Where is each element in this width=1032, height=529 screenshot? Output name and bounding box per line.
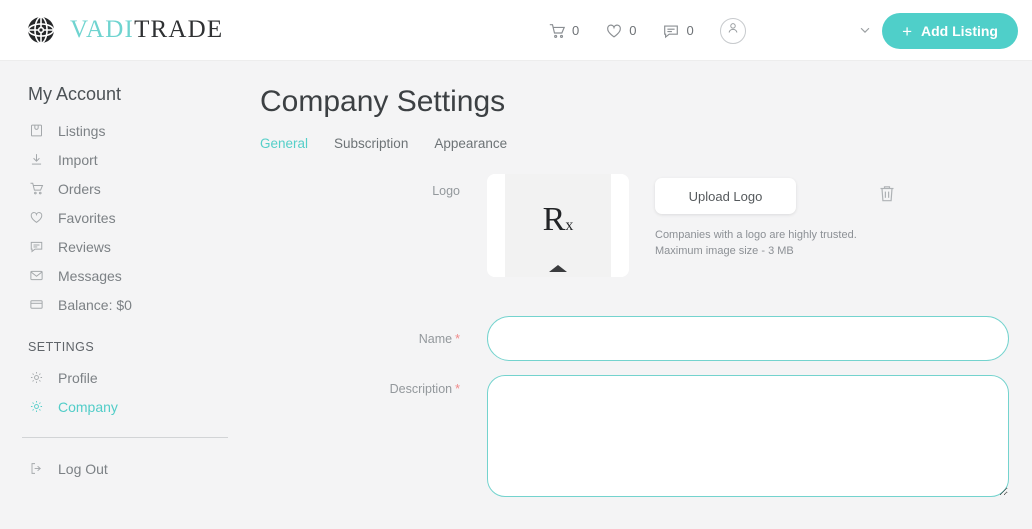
tab-general[interactable]: General	[260, 136, 308, 151]
sidebar-item-label: Orders	[58, 180, 101, 197]
logo-preview-right-pad	[611, 174, 629, 277]
tab-subscription[interactable]: Subscription	[334, 136, 408, 151]
sidebar-item-logout[interactable]: Log Out	[0, 454, 230, 483]
main-content: Company Settings General Subscription Ap…	[230, 61, 1032, 529]
add-listing-button[interactable]: + Add Listing	[882, 13, 1018, 49]
logo-help-text: Companies with a logo are highly trusted…	[655, 227, 857, 259]
listings-icon	[28, 122, 45, 139]
sidebar-item-import[interactable]: Import	[0, 145, 230, 174]
cart-icon	[28, 180, 45, 197]
app-root: VADITRADE 0 0 0 + Add Listing My Account…	[0, 0, 1032, 529]
sidebar-item-balance[interactable]: Balance: $0	[0, 290, 230, 319]
sidebar-item-profile[interactable]: Profile	[0, 363, 230, 392]
description-field-row: Description *	[360, 375, 1009, 497]
sidebar-divider	[22, 437, 228, 438]
brand-text-secondary: TRADE	[134, 16, 224, 43]
globe-icon	[26, 15, 56, 45]
sidebar-item-listings[interactable]: Listings	[0, 116, 230, 145]
messages-button[interactable]: 0	[662, 22, 694, 40]
trash-icon	[877, 186, 897, 208]
cart-count: 0	[572, 23, 580, 38]
review-icon	[28, 238, 45, 255]
name-label: Name *	[360, 332, 460, 346]
sidebar-item-favorites[interactable]: Favorites	[0, 203, 230, 232]
upload-logo-button[interactable]: Upload Logo	[655, 178, 796, 214]
sidebar-item-label: Import	[58, 151, 98, 168]
user-avatar[interactable]	[719, 17, 746, 44]
settings-tabs: General Subscription Appearance	[260, 136, 507, 151]
sidebar-item-label: Profile	[58, 369, 98, 386]
sidebar-item-label: Favorites	[58, 209, 116, 226]
gear-icon	[28, 398, 45, 415]
name-required-marker: *	[455, 331, 460, 346]
name-label-text: Name	[418, 331, 453, 346]
description-required-marker: *	[455, 382, 460, 396]
brand-logo[interactable]: VADITRADE	[26, 15, 223, 45]
sidebar-item-reviews[interactable]: Reviews	[0, 232, 230, 261]
sidebar-section-settings: SETTINGS	[28, 340, 95, 354]
import-icon	[28, 151, 45, 168]
brand-text: VADITRADE	[70, 16, 223, 44]
sidebar-item-label: Messages	[58, 267, 122, 284]
sidebar-item-label: Log Out	[58, 460, 108, 477]
page-title: Company Settings	[260, 85, 506, 118]
name-field-row: Name *	[360, 316, 1009, 361]
favorites-count: 0	[629, 23, 637, 38]
logo-help-line-1: Companies with a logo are highly trusted…	[655, 229, 857, 241]
logo-upload-column: Upload Logo Companies with a logo are hi…	[655, 174, 857, 277]
favorites-button[interactable]: 0	[605, 22, 636, 40]
logo-glyph: Rx	[543, 201, 573, 272]
delete-logo-button[interactable]	[877, 183, 897, 205]
logo-preview-left-pad	[487, 174, 505, 277]
user-avatar-icon	[726, 21, 740, 40]
logo-field-row: Logo Rx Upload Logo Companies with a log…	[360, 174, 897, 277]
sidebar-item-label: Company	[58, 398, 118, 415]
cart-icon	[548, 22, 566, 40]
top-header: VADITRADE 0 0 0 + Add Listing	[0, 0, 1032, 61]
sidebar-item-label: Listings	[58, 122, 106, 139]
heart-icon	[28, 209, 45, 226]
logo-preview[interactable]: Rx	[487, 174, 629, 277]
messages-count: 0	[686, 23, 694, 38]
heart-icon	[605, 22, 623, 40]
description-label-text: Description	[389, 382, 453, 396]
header-icon-group: 0 0 0	[548, 0, 746, 61]
logo-label: Logo	[432, 184, 460, 198]
sidebar-title: My Account	[28, 84, 122, 104]
card-icon	[28, 296, 45, 313]
logo-help-line-2: Maximum image size - 3 MB	[655, 245, 794, 257]
sidebar-item-company[interactable]: Company	[0, 392, 230, 421]
description-input[interactable]	[487, 375, 1009, 497]
name-input[interactable]	[487, 316, 1009, 361]
message-icon	[662, 22, 680, 40]
sidebar-item-label: Reviews	[58, 238, 111, 255]
brand-text-primary: VADI	[70, 16, 135, 43]
logo-accent-shape	[549, 264, 567, 272]
sidebar: My Account Listings Import Orders Favori…	[0, 61, 230, 529]
logout-icon	[28, 460, 45, 477]
sidebar-item-orders[interactable]: Orders	[0, 174, 230, 203]
description-label: Description *	[360, 375, 460, 497]
sidebar-item-messages[interactable]: Messages	[0, 261, 230, 290]
logo-preview-image: Rx	[505, 174, 611, 277]
header-dropdown-toggle[interactable]	[858, 23, 872, 37]
gear-icon	[28, 369, 45, 386]
plus-icon: +	[902, 21, 912, 41]
add-listing-label: Add Listing	[921, 23, 998, 39]
tab-appearance[interactable]: Appearance	[434, 136, 507, 151]
cart-button[interactable]: 0	[548, 22, 579, 40]
envelope-icon	[28, 267, 45, 284]
sidebar-item-label: Balance: $0	[58, 296, 132, 313]
